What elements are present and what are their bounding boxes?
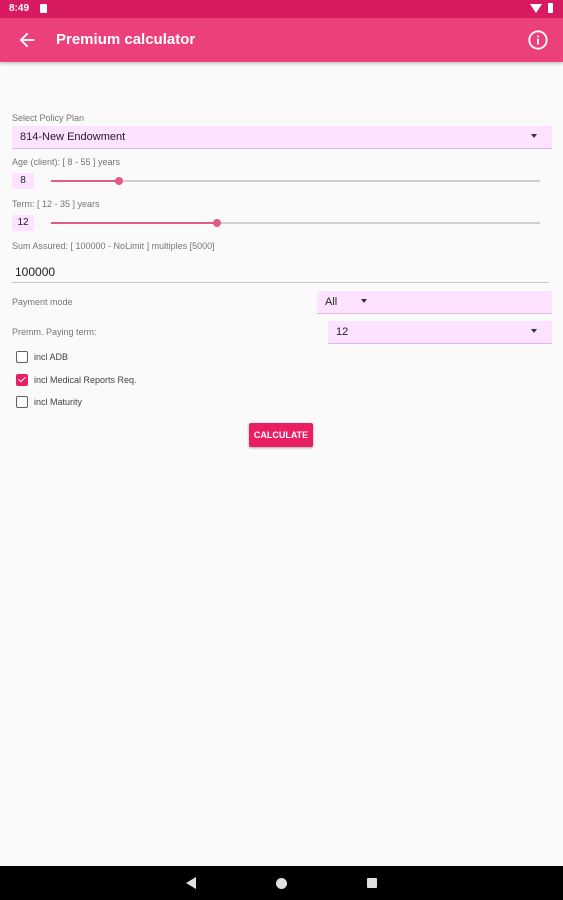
checkbox-box[interactable] <box>16 351 28 363</box>
payment-mode-label: Payment mode <box>12 297 73 307</box>
age-slider-fill <box>51 180 120 182</box>
dropdown-arrow-icon <box>361 299 367 303</box>
checkbox-box[interactable] <box>16 374 28 386</box>
app-bar: Premium calculator <box>0 18 563 62</box>
policy-plan-label: Select Policy Plan <box>12 113 85 123</box>
nav-home-icon[interactable] <box>276 878 287 889</box>
info-icon[interactable] <box>527 29 549 51</box>
sim-card-icon <box>40 4 47 13</box>
premium-paying-term-label: Premm. Paying term: <box>12 327 97 337</box>
calculate-button[interactable]: CALCULATE <box>249 423 313 447</box>
age-slider[interactable] <box>51 177 540 185</box>
dropdown-arrow-icon <box>531 134 537 138</box>
policy-plan-value: 814-New Endowment <box>20 131 126 143</box>
sum-assured-label: Sum Assured: [ 100000 - NoLimit ] multip… <box>12 241 215 251</box>
status-bar: 8:49 <box>0 0 563 18</box>
payment-mode-dropdown[interactable]: All <box>317 291 552 314</box>
dropdown-arrow-icon <box>531 329 537 333</box>
checkbox-label: incl Medical Reports Req. <box>34 375 137 385</box>
checkbox-label: incl ADB <box>34 352 69 362</box>
sum-assured-value: 100000 <box>15 265 56 279</box>
age-value-box[interactable]: 8 <box>12 173 34 189</box>
term-label: Term: [ 12 - 35 ] years <box>12 199 100 209</box>
nav-back-icon[interactable] <box>186 877 196 889</box>
term-value-box[interactable]: 12 <box>12 215 34 231</box>
nav-recents-icon[interactable] <box>367 878 377 888</box>
sum-assured-input[interactable]: 100000 <box>12 262 549 283</box>
age-slider-thumb[interactable] <box>115 177 124 185</box>
navigation-bar <box>0 866 563 900</box>
status-icons <box>530 3 553 13</box>
back-arrow-icon[interactable] <box>16 29 38 51</box>
checkbox-label: incl Maturity <box>34 397 83 407</box>
term-slider-thumb[interactable] <box>213 219 222 227</box>
page-title: Premium calculator <box>56 31 196 48</box>
term-slider-fill <box>51 222 218 224</box>
checkbox-box[interactable] <box>16 396 28 408</box>
premium-paying-term-value: 12 <box>336 326 349 338</box>
age-label: Age (client): [ 8 - 55 ] years <box>12 157 121 167</box>
premium-paying-term-dropdown[interactable]: 12 <box>328 321 552 344</box>
term-slider[interactable] <box>51 219 540 227</box>
payment-mode-value: All <box>325 296 338 308</box>
status-time: 8:49 <box>9 3 30 14</box>
battery-icon <box>548 3 553 13</box>
policy-plan-dropdown[interactable]: 814-New Endowment <box>12 126 552 149</box>
wifi-icon <box>530 3 542 13</box>
